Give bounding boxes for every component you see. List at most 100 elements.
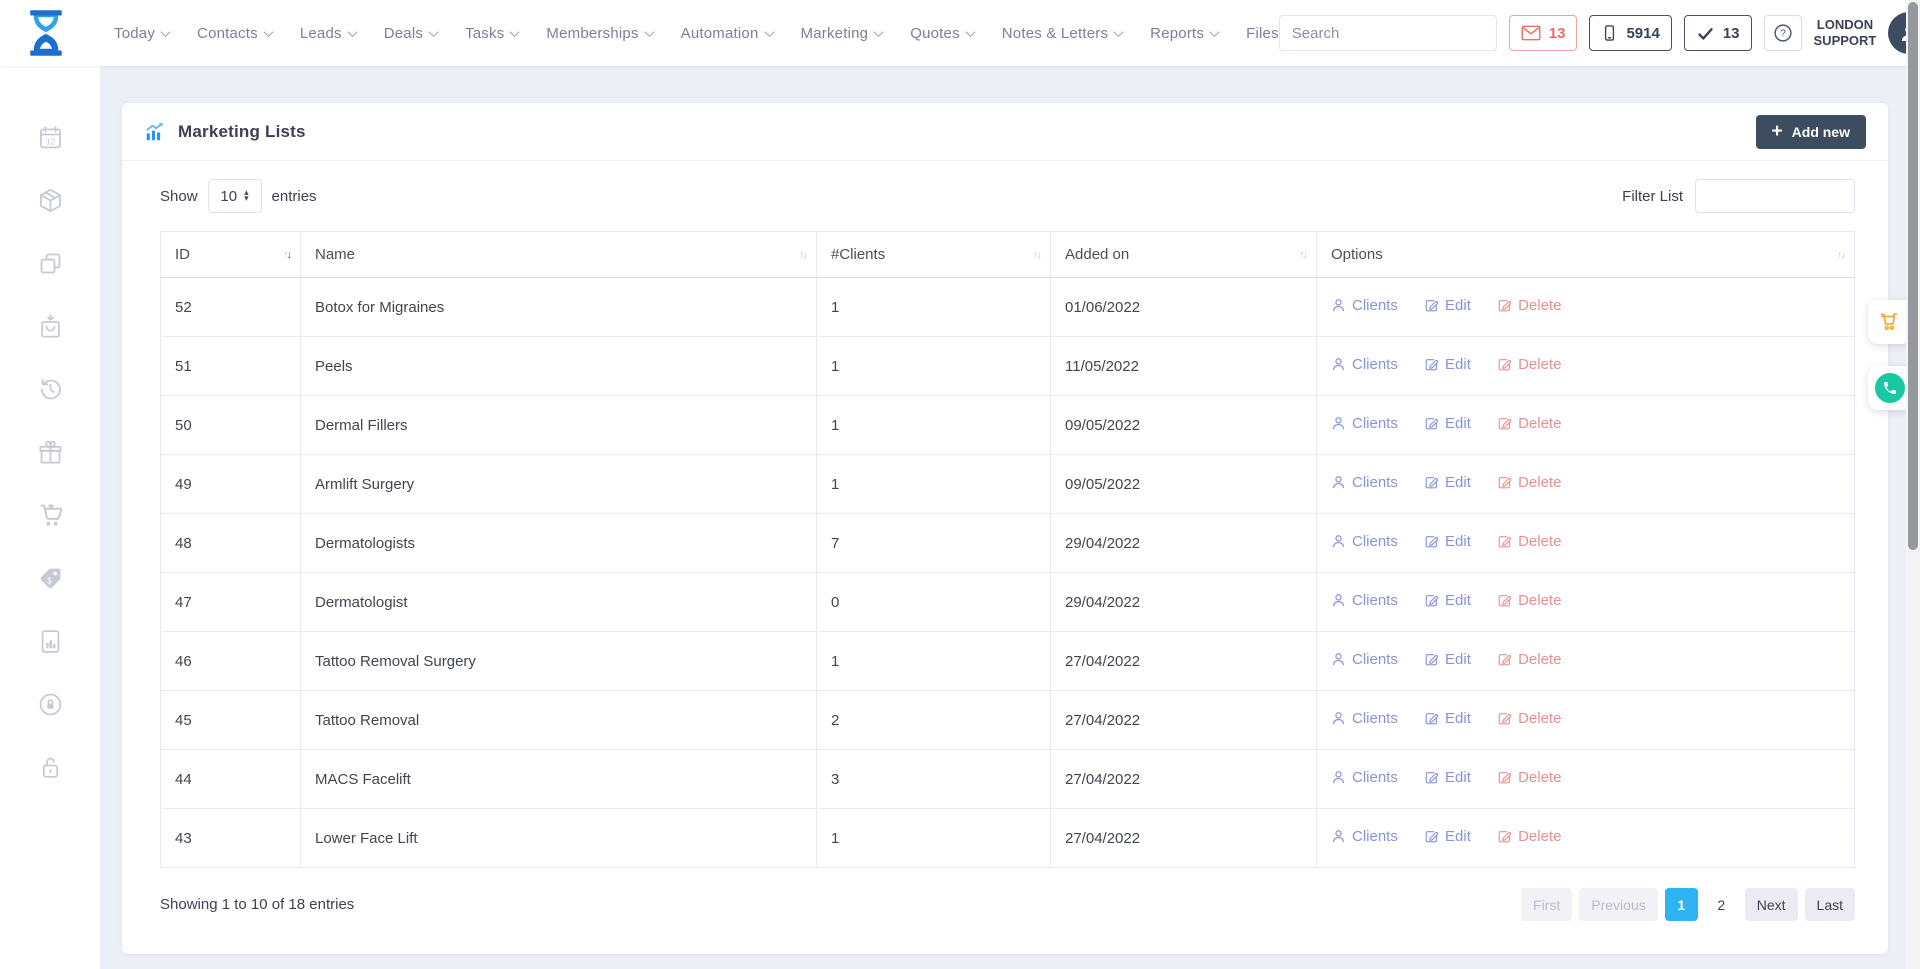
person-icon — [1331, 475, 1346, 490]
clients-link[interactable]: Clients — [1331, 415, 1398, 432]
clients-link[interactable]: Clients — [1331, 592, 1398, 609]
cell-name: Tattoo Removal Surgery — [301, 632, 817, 691]
add-new-button[interactable]: Add new — [1756, 115, 1866, 149]
clients-link[interactable]: Clients — [1331, 651, 1398, 668]
clients-link[interactable]: Clients — [1331, 356, 1398, 373]
nav-item-marketing[interactable]: Marketing — [801, 25, 883, 42]
delete-link[interactable]: Delete — [1497, 356, 1561, 373]
card-header: Marketing Lists Add new — [122, 103, 1888, 161]
nav-item-tasks[interactable]: Tasks — [465, 25, 518, 42]
edit-link[interactable]: Edit — [1424, 533, 1471, 550]
edit-link[interactable]: Edit — [1424, 710, 1471, 727]
column-header-options[interactable]: Options — [1317, 232, 1855, 278]
edit-link[interactable]: Edit — [1424, 651, 1471, 668]
report-icon[interactable] — [37, 628, 64, 655]
account-lock-icon[interactable] — [37, 691, 64, 718]
cell-added-on: 27/04/2022 — [1051, 632, 1317, 691]
delete-link[interactable]: Delete — [1497, 474, 1561, 491]
nav-item-deals[interactable]: Deals — [384, 25, 437, 42]
delete-link[interactable]: Delete — [1497, 533, 1561, 550]
calendar-icon[interactable]: 12 — [37, 124, 64, 151]
pagination-page-1-button[interactable]: 1 — [1665, 888, 1698, 921]
cell-options: Clients Edit Delete — [1317, 278, 1855, 337]
clients-link[interactable]: Clients — [1331, 297, 1398, 314]
check-badge[interactable]: 13 — [1684, 15, 1752, 51]
nav-item-contacts[interactable]: Contacts — [197, 25, 272, 42]
nav-item-memberships[interactable]: Memberships — [546, 25, 652, 42]
delete-link[interactable]: Delete — [1497, 415, 1561, 432]
cell-clients: 1 — [817, 809, 1051, 868]
delete-link[interactable]: Delete — [1497, 828, 1561, 845]
edit-link[interactable]: Edit — [1424, 297, 1471, 314]
gift-icon[interactable] — [37, 439, 64, 466]
app-logo-hourglass-icon[interactable] — [18, 5, 74, 61]
delete-link[interactable]: Delete — [1497, 297, 1561, 314]
nav-item-today[interactable]: Today — [114, 25, 169, 42]
clients-link[interactable]: Clients — [1331, 533, 1398, 550]
delete-icon — [1497, 357, 1512, 372]
package-icon[interactable] — [37, 187, 64, 214]
mail-count: 13 — [1549, 25, 1566, 42]
delete-link[interactable]: Delete — [1497, 592, 1561, 609]
nav-item-reports[interactable]: Reports — [1150, 25, 1218, 42]
nav-item-quotes[interactable]: Quotes — [910, 25, 974, 42]
cell-name: Armlift Surgery — [301, 455, 817, 514]
main-content: Marketing Lists Add new Show 10 entrie — [100, 66, 1920, 969]
price-tag-icon[interactable]: $ — [37, 565, 64, 592]
pagination-last-button[interactable]: Last — [1805, 888, 1855, 921]
column-header-id[interactable]: ID — [161, 232, 301, 278]
edit-link[interactable]: Edit — [1424, 415, 1471, 432]
edit-icon — [1424, 652, 1439, 667]
clients-link[interactable]: Clients — [1331, 710, 1398, 727]
mail-badge[interactable]: 13 — [1509, 15, 1578, 51]
edit-link[interactable]: Edit — [1424, 828, 1471, 845]
nav-item-leads[interactable]: Leads — [300, 25, 356, 42]
pagination-previous-button[interactable]: Previous — [1579, 888, 1657, 921]
edit-link[interactable]: Edit — [1424, 356, 1471, 373]
copy-icon[interactable] — [37, 250, 64, 277]
envelope-icon — [1521, 24, 1541, 42]
scrollbar-thumb[interactable] — [1908, 2, 1918, 550]
nav-item-automation[interactable]: Automation — [681, 25, 773, 42]
filter-input[interactable] — [1695, 179, 1855, 213]
phone-count: 5914 — [1626, 25, 1659, 42]
delete-link[interactable]: Delete — [1497, 769, 1561, 786]
nav-item-files[interactable]: Files — [1246, 25, 1279, 42]
nav-item-notes-letters[interactable]: Notes & Letters — [1002, 25, 1122, 42]
pagination-first-button[interactable]: First — [1521, 888, 1572, 921]
delete-link[interactable]: Delete — [1497, 710, 1561, 727]
search-input[interactable] — [1280, 25, 1497, 42]
cell-name: Dermatologists — [301, 514, 817, 573]
pagination-next-button[interactable]: Next — [1745, 888, 1798, 921]
pagination-page-2-button[interactable]: 2 — [1705, 888, 1738, 921]
edit-icon — [1424, 829, 1439, 844]
cell-options: Clients Edit Delete — [1317, 691, 1855, 750]
topbar-right: 13 5914 13 ? LONDON SUPPORT — [1279, 12, 1920, 54]
column-header-clients[interactable]: #Clients — [817, 232, 1051, 278]
page-length-select[interactable]: 10 — [208, 179, 262, 213]
cell-clients: 0 — [817, 573, 1051, 632]
cell-clients: 7 — [817, 514, 1051, 573]
edit-icon — [1424, 416, 1439, 431]
edit-icon — [1424, 593, 1439, 608]
table-row: 44 MACS Facelift 3 27/04/2022 Clients Ed… — [161, 750, 1855, 809]
column-header-added-on[interactable]: Added on — [1051, 232, 1317, 278]
clients-link[interactable]: Clients — [1331, 828, 1398, 845]
delete-link[interactable]: Delete — [1497, 651, 1561, 668]
edit-link[interactable]: Edit — [1424, 474, 1471, 491]
column-header-name[interactable]: Name — [301, 232, 817, 278]
edit-icon — [1424, 475, 1439, 490]
lock-icon[interactable] — [37, 754, 64, 781]
cart-icon[interactable] — [37, 502, 64, 529]
phone-badge[interactable]: 5914 — [1589, 15, 1671, 51]
history-icon[interactable] — [37, 376, 64, 403]
edit-link[interactable]: Edit — [1424, 592, 1471, 609]
cell-added-on: 27/04/2022 — [1051, 750, 1317, 809]
clients-link[interactable]: Clients — [1331, 474, 1398, 491]
edit-link[interactable]: Edit — [1424, 769, 1471, 786]
nav-item-label: Memberships — [546, 25, 638, 42]
clients-link[interactable]: Clients — [1331, 769, 1398, 786]
table-row: 43 Lower Face Lift 1 27/04/2022 Clients … — [161, 809, 1855, 868]
help-button[interactable]: ? — [1764, 15, 1802, 51]
shopping-bag-icon[interactable] — [37, 313, 64, 340]
